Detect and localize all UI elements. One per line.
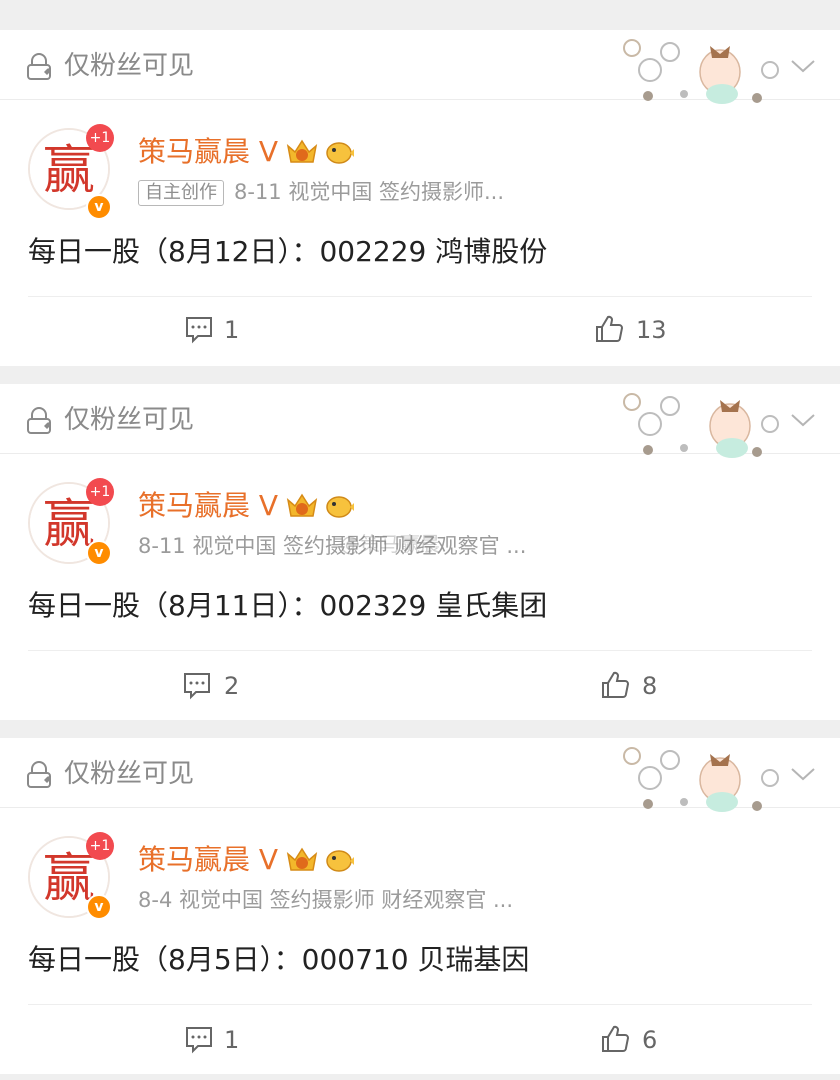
post-text[interactable]: 每日一股（8月12日）：002229 鸿博股份 [28, 232, 547, 272]
fans-only-lock-icon [27, 53, 51, 80]
vip-mark: V [258, 843, 279, 876]
weibo-feed: 仅粉丝可见 赢 +1 v 策马赢晨 V 自主创作 8-11 视觉中国 签约摄影师.… [0, 0, 840, 1080]
comment-count: 2 [224, 672, 240, 700]
post-card: 仅粉丝可见 赢 +1 v 策马赢晨 V 自主创作 8-11 视觉中国 签约摄影师.… [0, 30, 840, 366]
notification-badge: +1 [86, 124, 114, 152]
divider [28, 296, 812, 297]
visibility-bar: 仅粉丝可见 [0, 738, 840, 812]
comment-count: 1 [224, 1026, 240, 1054]
post-meta: 8-11 视觉中国 签约摄影师 财经观察官 ... [138, 534, 527, 558]
notification-badge: +1 [86, 478, 114, 506]
chevron-down-icon[interactable] [790, 56, 816, 76]
thumbs-up-icon [602, 671, 630, 698]
crown-level-icon [286, 847, 318, 871]
original-tag: 自主创作 [138, 180, 224, 206]
like-button[interactable]: 6 [600, 1022, 670, 1058]
comment-icon [186, 1027, 212, 1054]
card-decoration-sticker [623, 747, 779, 812]
divider [28, 1004, 812, 1005]
username-text[interactable]: 策马赢晨 [138, 843, 250, 876]
visibility-label: 仅粉丝可见 [64, 759, 195, 789]
pufferfish-icon [326, 496, 354, 518]
comment-icon [184, 673, 210, 700]
verified-badge: v [86, 194, 112, 220]
username[interactable]: 策马赢晨 V [138, 134, 278, 170]
avatar-glyph: 赢 [43, 141, 95, 201]
like-count: 6 [642, 1026, 658, 1054]
comment-button[interactable]: 1 [184, 312, 244, 348]
like-button[interactable]: 13 [594, 312, 674, 348]
chevron-down-icon[interactable] [790, 764, 816, 784]
thumbs-up-icon [596, 315, 624, 342]
like-count: 13 [636, 316, 667, 344]
visibility-bar: 仅粉丝可见 [0, 384, 840, 458]
comment-count: 1 [224, 316, 240, 344]
comment-icon [186, 317, 212, 344]
username-text[interactable]: 策马赢晨 [138, 489, 250, 522]
post-meta: 自主创作 8-11 视觉中国 签约摄影师... [138, 178, 504, 206]
thumbs-up-icon [602, 1025, 630, 1052]
comment-button[interactable]: 1 [184, 1022, 244, 1058]
vip-mark: V [258, 135, 279, 168]
visibility-bar: 仅粉丝可见 [0, 30, 840, 104]
comment-button[interactable]: 2 [182, 668, 242, 704]
post-card: 仅粉丝可见 赢 +1 v 策马赢晨 V 8-11 视觉中国 签约摄影师 财经观察… [0, 384, 840, 720]
fans-only-lock-icon [27, 761, 51, 788]
username-text[interactable]: 策马赢晨 [138, 135, 250, 168]
pufferfish-icon [326, 142, 354, 164]
username[interactable]: 策马赢晨 V [138, 488, 278, 524]
post-card: 仅粉丝可见 赢 +1 v 策马赢晨 V 8-4 视觉中国 签约摄影师 财经观察官… [0, 738, 840, 1074]
post-meta-text: 8-11 视觉中国 签约摄影师... [234, 180, 505, 204]
verified-badge: v [86, 540, 112, 566]
notification-badge: +1 [86, 832, 114, 860]
post-text[interactable]: 每日一股（8月11日）：002329 皇氏集团 [28, 586, 547, 626]
visibility-label: 仅粉丝可见 [64, 405, 195, 435]
chevron-down-icon[interactable] [790, 410, 816, 430]
vip-mark: V [258, 489, 279, 522]
post-text[interactable]: 每日一股（8月5日）：000710 贝瑞基因 [28, 940, 529, 980]
card-decoration-sticker [623, 39, 779, 104]
divider [28, 650, 812, 651]
like-button[interactable]: 8 [600, 668, 670, 704]
card-decoration-sticker [623, 393, 779, 458]
post-meta: 8-4 视觉中国 签约摄影师 财经观察官 ... [138, 888, 514, 912]
crown-level-icon [286, 493, 318, 517]
fans-only-lock-icon [27, 407, 51, 434]
verified-badge: v [86, 894, 112, 920]
username[interactable]: 策马赢晨 V [138, 842, 278, 878]
visibility-label: 仅粉丝可见 [64, 51, 195, 81]
like-count: 8 [642, 672, 658, 700]
crown-level-icon [286, 139, 318, 163]
pufferfish-icon [326, 850, 354, 872]
